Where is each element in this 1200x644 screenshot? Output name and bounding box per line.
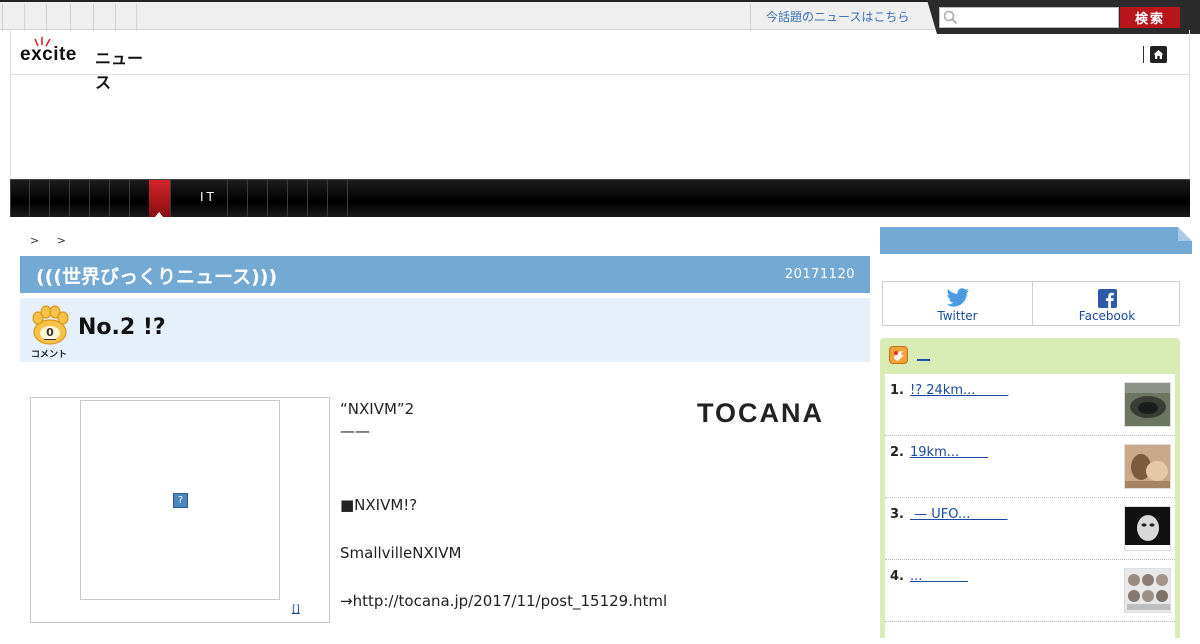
search-icon — [943, 10, 958, 25]
breadcrumb-separator: > — [30, 234, 40, 247]
nav-item-active[interactable] — [149, 180, 170, 217]
category-nav: IT — [10, 179, 1190, 217]
ad-banner-area — [10, 75, 1190, 178]
logo-brand: excite — [20, 44, 77, 65]
broken-image-icon: ? — [173, 493, 188, 508]
topbar-link[interactable] — [2, 4, 23, 31]
rank-thumbnail[interactable] — [1124, 568, 1171, 613]
ranking-icon — [889, 346, 908, 364]
tocana-logo[interactable]: TOCANA — [697, 398, 857, 424]
article-date: 20171120 — [784, 267, 855, 282]
trending-news-link[interactable]: 今話題のニュースはこちら — [750, 4, 930, 31]
ranking-item[interactable]: 4. ... — [885, 560, 1175, 622]
nav-item[interactable] — [10, 180, 30, 217]
ranking-title-link[interactable]: __ — [917, 347, 930, 362]
facebook-label: Facebook — [1078, 309, 1136, 323]
article-paragraph: SmallvilleNXIVM — [340, 544, 462, 562]
nav-item[interactable] — [109, 180, 129, 217]
topbar-link[interactable] — [115, 4, 136, 31]
topbar-divider — [136, 4, 137, 31]
social-share: Twitter Facebook — [882, 281, 1180, 326]
nav-item-it[interactable]: IT — [200, 190, 217, 204]
article-image-frame: ? [] — [30, 397, 330, 623]
nav-item[interactable] — [287, 180, 307, 217]
article-headline: No.2 !? — [78, 315, 166, 340]
topbar-link[interactable] — [93, 4, 114, 31]
rank-number: 4. — [890, 569, 904, 584]
search-button[interactable]: 検索 — [1120, 7, 1180, 28]
rank-title-link[interactable]: — UFO... — [910, 507, 1008, 522]
nav-item[interactable] — [29, 180, 49, 217]
site-header — [10, 30, 1190, 75]
nav-item[interactable] — [247, 180, 267, 217]
twitter-icon — [946, 288, 969, 307]
rank-thumbnail[interactable] — [1124, 506, 1171, 551]
nav-item[interactable] — [227, 180, 247, 217]
comment-label: コメント — [31, 350, 68, 360]
topbar-link[interactable] — [46, 4, 67, 31]
search-input[interactable] — [939, 7, 1119, 28]
ranking-item[interactable]: 3. — UFO... — [885, 498, 1175, 560]
article-paragraph: ■NXIVM!? — [340, 496, 418, 514]
nav-item[interactable] — [267, 180, 287, 217]
folded-corner — [1178, 227, 1192, 241]
category-title[interactable]: (((世界びっくりニュース))) — [36, 262, 277, 289]
article-paragraph: “NXIVM”2 — [340, 400, 415, 418]
header-divider — [1143, 46, 1144, 63]
article-link[interactable]: →http://tocana.jp/2017/11/post_15129.htm… — [340, 592, 667, 610]
nav-item[interactable] — [327, 180, 347, 217]
nav-item[interactable] — [307, 180, 327, 217]
rank-number: 1. — [890, 383, 904, 398]
rank-title-link[interactable]: 19km... — [910, 445, 988, 460]
nav-item[interactable] — [129, 180, 149, 217]
rank-thumbnail[interactable] — [1124, 382, 1171, 427]
headline-box: 0 コメント No.2 !? — [20, 298, 870, 362]
comment-badge[interactable]: 0 コメント — [28, 302, 72, 360]
nav-item[interactable] — [89, 180, 109, 217]
comment-count: 0 — [44, 327, 56, 340]
facebook-share-button[interactable]: Facebook — [1032, 282, 1181, 325]
nav-divider — [347, 180, 348, 217]
excite-news-logo[interactable]: excite ニュース — [20, 36, 155, 92]
twitter-label: Twitter — [937, 309, 978, 323]
breadcrumb-separator: > — [56, 234, 66, 247]
rank-number: 3. — [890, 507, 904, 522]
nav-item[interactable] — [69, 180, 89, 217]
breadcrumb: > > — [30, 234, 80, 247]
topbar-link[interactable] — [70, 4, 91, 31]
sidebar-header-bar — [880, 227, 1192, 254]
ranking-panel: __ 1. !? 24km... 2. 19km... 3. — UFO... … — [880, 338, 1180, 644]
nav-item[interactable] — [170, 180, 190, 217]
rank-title-link[interactable]: ... — [910, 569, 968, 584]
facebook-icon — [1098, 289, 1117, 308]
image-credit-link[interactable]: [] — [292, 604, 326, 615]
article-image[interactable]: ? — [80, 400, 280, 600]
rank-number: 2. — [890, 445, 904, 460]
article-paragraph: —— — [340, 422, 370, 440]
ranking-item[interactable]: 2. 19km... — [885, 436, 1175, 498]
home-icon[interactable] — [1150, 46, 1167, 63]
topbar-link[interactable] — [24, 4, 45, 31]
ranking-item[interactable]: 1. !? 24km... — [885, 374, 1175, 436]
nav-item[interactable] — [49, 180, 69, 217]
category-banner: (((世界びっくりニュース))) 20171120 — [20, 256, 870, 293]
rank-title-link[interactable]: !? 24km... — [910, 383, 1008, 398]
twitter-share-button[interactable]: Twitter — [883, 282, 1032, 325]
rank-thumbnail[interactable] — [1124, 444, 1171, 489]
ranking-list: 1. !? 24km... 2. 19km... 3. — UFO... 4. … — [885, 374, 1175, 644]
tocana-logo-text: TOCANA — [697, 398, 824, 424]
